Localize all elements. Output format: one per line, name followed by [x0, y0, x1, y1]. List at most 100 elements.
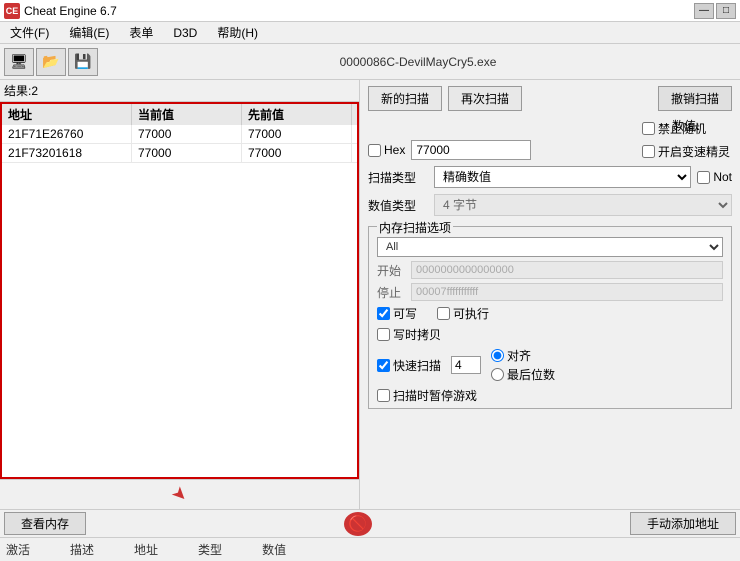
copy-on-write-checkbox-label[interactable]: 写时拷贝 [377, 326, 441, 343]
status-bar: 激活 描述 地址 类型 数值 [0, 537, 740, 561]
writable-checkbox-label[interactable]: 可写 [377, 305, 417, 322]
header-current: 当前值 [132, 104, 242, 125]
copy-on-write-label: 写时拷贝 [393, 326, 441, 343]
pause-game-checkbox[interactable] [377, 389, 390, 402]
table-row[interactable]: 21F71E26760 77000 77000 [2, 125, 357, 144]
menu-help[interactable]: 帮助(H) [211, 22, 264, 43]
window-title: 0000086C-DevilMayCry5.exe [100, 55, 736, 69]
not-label: Not [713, 170, 732, 184]
scan-type-label: 扫描类型 [368, 169, 428, 186]
memory-group-title: 内存扫描选项 [377, 219, 453, 236]
menu-bar: 文件(F) 编辑(E) 表单 D3D 帮助(H) [0, 22, 740, 44]
main-content: 结果:2 地址 当前值 先前值 21F71E26760 77000 77000 … [0, 80, 740, 509]
status-address: 地址 [134, 541, 158, 558]
new-scan-button[interactable]: 新的扫描 [368, 86, 442, 111]
menu-table[interactable]: 表单 [123, 22, 159, 43]
row2-previous: 77000 [242, 144, 352, 162]
menu-edit[interactable]: 编辑(E) [63, 22, 115, 43]
value-type-label: 数值类型 [368, 197, 428, 214]
rescan-button[interactable]: 再次扫描 [448, 86, 522, 111]
status-type: 类型 [198, 541, 222, 558]
header-address: 地址 [2, 104, 132, 125]
right-checkboxes: 禁止随机 开启变速精灵 [642, 120, 730, 160]
memory-options-group: 内存扫描选项 All 开始 停止 可写 [368, 226, 732, 409]
align-radio-label[interactable]: 对齐 [491, 347, 555, 364]
row1-address: 21F71E26760 [2, 125, 132, 143]
table-row[interactable]: 21F73201618 77000 77000 [2, 144, 357, 163]
value-type-select[interactable]: 4 字节 [434, 194, 732, 216]
status-description: 描述 [70, 541, 94, 558]
toolbar-open-button[interactable]: 🖥 [4, 48, 34, 76]
start-input[interactable] [411, 261, 723, 279]
row1-previous: 77000 [242, 125, 352, 143]
manual-add-button[interactable]: 手动添加地址 [630, 512, 736, 535]
speed-hack-checkbox-label[interactable]: 开启变速精灵 [642, 143, 730, 160]
copy-on-write-row: 写时拷贝 [377, 326, 723, 343]
pause-game-checkbox-label[interactable]: 扫描时暂停游戏 [377, 387, 477, 404]
executable-checkbox[interactable] [437, 307, 450, 320]
menu-d3d[interactable]: D3D [167, 24, 203, 42]
no-random-checkbox[interactable] [642, 122, 655, 135]
align-radio-group: 对齐 最后位数 [491, 347, 555, 383]
memory-options: All 开始 停止 可写 可执行 [377, 237, 723, 404]
stop-label: 停止 [377, 284, 405, 301]
minimize-button[interactable]: — [694, 3, 714, 19]
not-checkbox[interactable] [697, 171, 710, 184]
value-input[interactable] [411, 140, 531, 160]
fast-scan-checkbox[interactable] [377, 359, 390, 372]
toolbar-folder-button[interactable]: 📂 [36, 48, 66, 76]
hex-checkbox[interactable] [368, 144, 381, 157]
results-table: 21F71E26760 77000 77000 21F73201618 7700… [0, 125, 359, 479]
last-digit-radio[interactable] [491, 368, 504, 381]
no-random-label: 禁止随机 [658, 120, 706, 137]
menu-file[interactable]: 文件(F) [4, 22, 55, 43]
executable-checkbox-label[interactable]: 可执行 [437, 305, 489, 322]
writable-label: 可写 [393, 305, 417, 322]
status-value: 数值 [262, 541, 286, 558]
results-count: 结果:2 [0, 80, 359, 102]
hex-label: Hex [384, 143, 405, 157]
stop-row: 停止 [377, 283, 723, 301]
fast-scan-checkbox-label[interactable]: 快速扫描 [377, 357, 441, 374]
header-previous: 先前值 [242, 104, 352, 125]
copy-on-write-checkbox[interactable] [377, 328, 390, 341]
writable-checkbox[interactable] [377, 307, 390, 320]
start-row: 开始 [377, 261, 723, 279]
right-panel: 新的扫描 再次扫描 撤销扫描 数值: Hex 扫描类型 精确数值 Not [360, 80, 740, 509]
align-radio[interactable] [491, 349, 504, 362]
cancel-scan-button[interactable]: 撤销扫描 [658, 86, 732, 111]
memory-type-select[interactable]: All [377, 237, 723, 257]
scan-buttons-row: 新的扫描 再次扫描 撤销扫描 [368, 86, 732, 111]
last-digit-radio-label[interactable]: 最后位数 [491, 366, 555, 383]
table-header: 地址 当前值 先前值 [0, 102, 359, 125]
stop-input[interactable] [411, 283, 723, 301]
fast-scan-label: 快速扫描 [393, 357, 441, 374]
executable-label: 可执行 [453, 305, 489, 322]
app-icon: CE [4, 3, 20, 19]
align-label: 对齐 [507, 347, 531, 364]
fast-scan-input[interactable] [451, 356, 481, 374]
left-panel: 结果:2 地址 当前值 先前值 21F71E26760 77000 77000 … [0, 80, 360, 509]
scan-type-row: 扫描类型 精确数值 Not [368, 166, 732, 188]
row2-address: 21F73201618 [2, 144, 132, 162]
scan-type-select[interactable]: 精确数值 [434, 166, 691, 188]
not-checkbox-label[interactable]: Not [697, 170, 732, 184]
fast-scan-row: 快速扫描 对齐 最后位数 [377, 347, 723, 383]
toolbar: 🖥 📂 💾 0000086C-DevilMayCry5.exe [0, 44, 740, 80]
arrow-area: ➤ [0, 479, 359, 509]
hex-checkbox-label[interactable]: Hex [368, 143, 405, 157]
maximize-button[interactable]: □ [716, 3, 736, 19]
writable-row: 可写 可执行 [377, 305, 723, 322]
pause-game-label: 扫描时暂停游戏 [393, 387, 477, 404]
pause-game-row: 扫描时暂停游戏 [377, 387, 723, 404]
value-type-row: 数值类型 4 字节 [368, 194, 732, 216]
toolbar-save-button[interactable]: 💾 [68, 48, 98, 76]
row2-current: 77000 [132, 144, 242, 162]
no-icon: 🚫 [344, 512, 372, 536]
no-random-checkbox-label[interactable]: 禁止随机 [642, 120, 730, 137]
start-label: 开始 [377, 262, 405, 279]
view-memory-button[interactable]: 查看内存 [4, 512, 86, 535]
speed-hack-checkbox[interactable] [642, 145, 655, 158]
app-title: Cheat Engine 6.7 [24, 4, 117, 18]
arrow-down-icon: ➤ [167, 482, 193, 508]
